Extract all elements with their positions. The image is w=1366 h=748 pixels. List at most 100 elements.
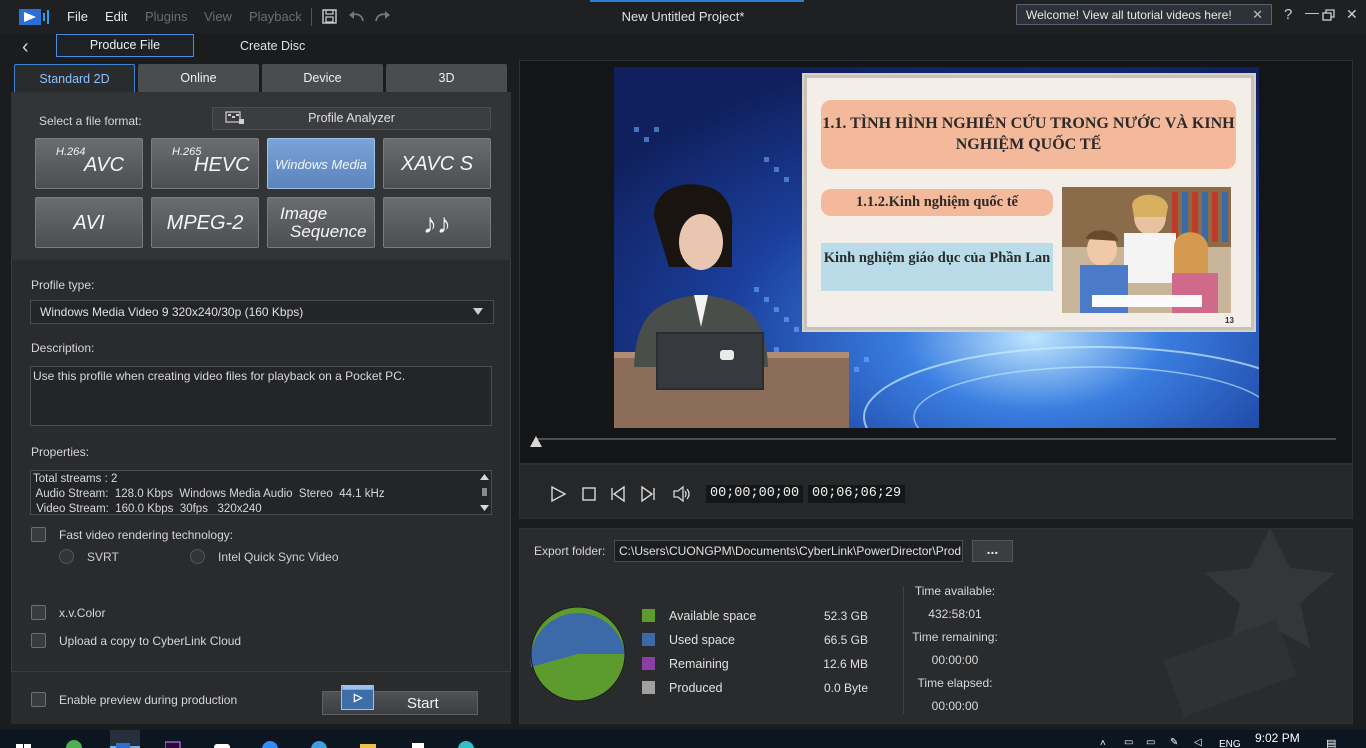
stop-icon[interactable] — [580, 485, 598, 503]
export-folder-input[interactable]: C:\Users\CUONGPM\Documents\CyberLink\Pow… — [614, 540, 963, 562]
restore-icon[interactable] — [1322, 9, 1335, 21]
maps-taskbar-icon[interactable] — [458, 738, 474, 748]
menu-divider — [311, 8, 312, 26]
video-preview-frame[interactable]: 1.1. TÌNH HÌNH NGHIÊN CỨU TRONG NƯỚC VÀ … — [614, 67, 1259, 428]
tab-standard-2d[interactable]: Standard 2D — [14, 64, 135, 92]
notepad-taskbar-icon[interactable] — [410, 738, 426, 748]
properties-list: Total streams : 2 Audio Stream: 128.0 Kb… — [30, 470, 492, 515]
zalo-taskbar-icon[interactable] — [214, 738, 230, 748]
close-window-icon[interactable]: ✕ — [1346, 6, 1358, 23]
tray-language[interactable]: ENG — [1219, 739, 1241, 748]
slide-page-number: 13 — [1225, 316, 1234, 325]
close-icon[interactable]: ✕ — [1252, 7, 1263, 23]
tab-device[interactable]: Device — [262, 64, 383, 92]
scrubber-handle[interactable] — [530, 436, 542, 447]
minimize-icon[interactable]: — — [1305, 4, 1319, 20]
timeline-scrubber[interactable] — [536, 438, 1336, 440]
start-label: Start — [407, 695, 439, 712]
format-audio-button[interactable]: ♪♪ — [383, 197, 491, 248]
format-mpeg2-button[interactable]: MPEG-2 — [151, 197, 259, 248]
laptop-logo — [720, 350, 734, 360]
start-button[interactable]: Start — [322, 685, 478, 715]
help-button[interactable]: ? — [1284, 6, 1292, 23]
mpeg2-label: MPEG-2 — [166, 212, 244, 234]
menu-playback[interactable]: Playback — [249, 9, 302, 24]
chevron-down-icon — [473, 308, 483, 315]
next-frame-icon[interactable] — [639, 485, 657, 503]
redo-icon[interactable] — [374, 9, 391, 24]
tray-volume-icon[interactable]: ◁ — [1194, 737, 1202, 748]
current-timecode[interactable]: 00;00;00;00 — [706, 485, 804, 503]
format-avc-button[interactable]: H.264 AVC — [35, 138, 143, 189]
description-text: Use this profile when creating video fil… — [30, 366, 492, 426]
avc-codec-label: H.264 — [56, 146, 86, 158]
slide-text-box: Kinh nghiệm giáo dục của Phần Lan — [821, 243, 1053, 291]
format-xavcs-button[interactable]: XAVC S — [383, 138, 491, 189]
legend-remaining-value: 12.6 MB — [823, 657, 868, 671]
profile-type-value: Windows Media Video 9 320x240/30p (160 K… — [40, 305, 304, 319]
legend-remaining-label: Remaining — [669, 657, 729, 671]
cloud-upload-checkbox[interactable] — [31, 633, 46, 648]
volume-icon[interactable] — [672, 485, 692, 503]
tray-clock[interactable]: 9:02 PM — [1255, 731, 1300, 745]
profile-analyzer-label: Profile Analyzer — [308, 111, 395, 125]
format-windows-media-button[interactable]: Windows Media — [267, 138, 375, 189]
tray-battery-icon[interactable]: ▭ — [1146, 737, 1155, 748]
time-available-label: Time available: — [914, 584, 996, 598]
format-image-sequence-button[interactable]: Image Sequence — [267, 197, 375, 248]
tab-produce-file[interactable]: Produce File — [56, 34, 194, 57]
tray-network-icon[interactable]: ▭ — [1124, 737, 1133, 748]
properties-line: Video Stream: 160.0 Kbps 30fps 320x240 — [33, 503, 262, 515]
fast-render-checkbox[interactable] — [31, 527, 46, 542]
time-remaining-value: 00:00:00 — [931, 653, 979, 667]
tab-online[interactable]: Online — [138, 64, 259, 92]
properties-line: Audio Stream: 128.0 Kbps Windows Media A… — [33, 488, 385, 500]
legend-remaining-swatch — [642, 657, 655, 670]
profile-type-select[interactable]: Windows Media Video 9 320x240/30p (160 K… — [30, 300, 494, 324]
menu-file[interactable]: File — [67, 9, 88, 24]
undo-icon[interactable] — [348, 9, 365, 24]
browse-folder-button[interactable]: ... — [972, 540, 1013, 562]
xvcolor-checkbox[interactable] — [31, 605, 46, 620]
preview-during-production-checkbox[interactable] — [31, 692, 46, 707]
menu-view[interactable]: View — [204, 9, 232, 24]
browser-taskbar-icon[interactable] — [66, 738, 82, 748]
time-available-value: 432:58:01 — [928, 607, 982, 621]
legend-available-label: Available space — [669, 609, 757, 623]
properties-line: Total streams : 2 — [33, 473, 118, 485]
telegram-taskbar-icon[interactable] — [311, 738, 327, 748]
tab-create-disc[interactable]: Create Disc — [240, 39, 305, 53]
legend-available-swatch — [642, 609, 655, 622]
menu-plugins[interactable]: Plugins — [145, 9, 188, 24]
select-format-label: Select a file format: — [39, 114, 142, 128]
profile-analyzer-button[interactable]: Profile Analyzer — [212, 107, 491, 130]
back-arrow-icon[interactable]: ‹ — [22, 36, 29, 59]
slide-subtitle: 1.1.2.Kinh nghiệm quốc tế — [821, 189, 1053, 216]
legend-produced-label: Produced — [669, 681, 723, 695]
export-divider — [903, 586, 904, 714]
file-explorer-taskbar-icon[interactable] — [360, 738, 376, 748]
svrt-radio[interactable] — [59, 549, 74, 564]
menu-edit[interactable]: Edit — [105, 9, 127, 24]
welcome-tutorial-banner[interactable]: Welcome! View all tutorial videos here! … — [1016, 4, 1272, 25]
previous-frame-icon[interactable] — [609, 485, 627, 503]
save-icon[interactable] — [322, 9, 337, 24]
format-avi-button[interactable]: AVI — [35, 197, 143, 248]
premiere-taskbar-icon[interactable] — [165, 738, 181, 748]
legend-available-value: 52.3 GB — [823, 609, 868, 623]
notifications-icon[interactable]: ▤ — [1326, 737, 1336, 748]
quick-sync-radio[interactable] — [190, 549, 205, 564]
legend-produced-value: 0.0 Byte — [823, 681, 868, 695]
properties-scrollbar[interactable] — [478, 471, 491, 514]
xvcolor-label: x.v.Color — [59, 606, 106, 620]
tray-pen-icon[interactable]: ✎ — [1170, 737, 1178, 748]
xavcs-label: XAVC S — [400, 153, 474, 175]
avi-label: AVI — [73, 212, 105, 234]
format-hevc-button[interactable]: H.265 HEVC — [151, 138, 259, 189]
windows-taskbar: ˄ ▭ ▭ ✎ ◁ ENG 9:02 PM ▤ — [0, 730, 1366, 748]
zoom-taskbar-icon[interactable] — [262, 738, 278, 748]
tab-3d[interactable]: 3D — [386, 64, 507, 92]
tray-chevron-icon[interactable]: ˄ — [1100, 738, 1106, 748]
windows-start-icon[interactable] — [16, 738, 32, 748]
play-icon[interactable] — [549, 485, 567, 503]
